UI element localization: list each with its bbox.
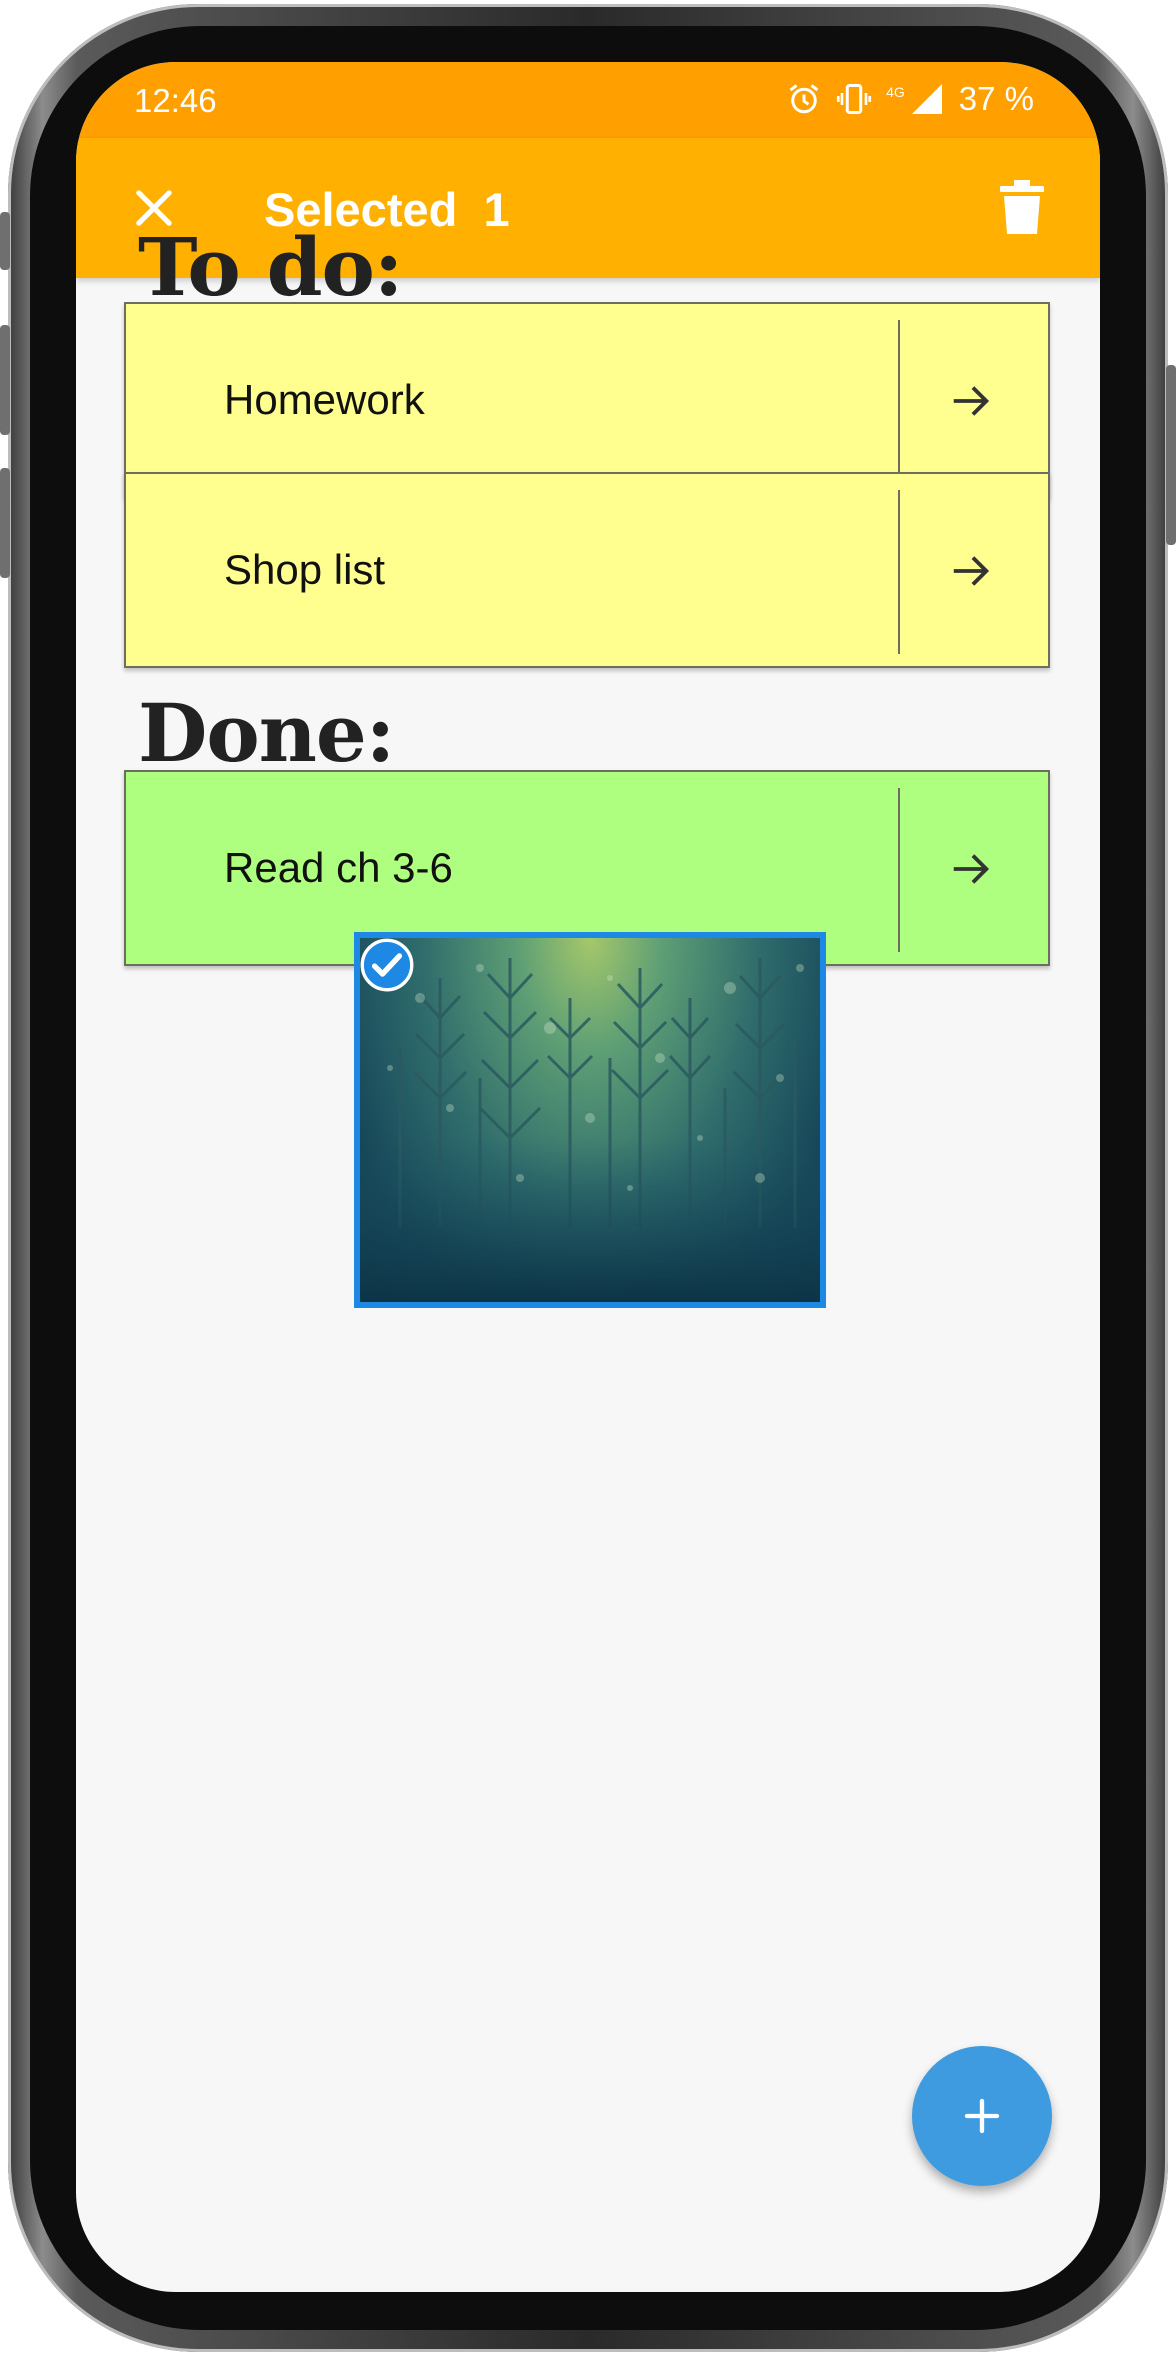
card-divider [898,788,900,952]
status-time: 12:46 [134,82,217,119]
phone-screen: 12:46 4G 37 % Selected 1 To do: Homework… [76,62,1100,2292]
todo-item-label: Shop list [224,546,386,593]
selected-image-item[interactable] [354,932,826,1308]
todo-item-label: Homework [224,376,425,423]
add-item-button[interactable] [912,2046,1052,2186]
phone-side-button-left-2 [0,325,10,435]
card-divider [898,320,900,484]
arrow-right-icon[interactable] [948,548,994,594]
done-item-label: Read ch 3-6 [224,844,453,891]
plus-icon [964,2098,1000,2134]
phone-side-button-right [1166,365,1176,545]
check-circle-icon [360,938,414,992]
status-bar: 12:46 4G 37 % [76,62,1100,138]
todo-section-title: To do: [138,220,403,314]
vibrate-icon [836,84,872,114]
alarm-icon [789,84,819,114]
done-section-title: Done: [138,686,395,780]
status-icons: 4G 37 % [786,80,1034,118]
battery-level: 37 % [958,80,1034,117]
todo-item-homework[interactable]: Homework [124,302,1050,498]
card-divider [898,490,900,654]
signal-icon [911,84,942,114]
network-type-label: 4G [886,84,905,100]
todo-item-shop-list[interactable]: Shop list [124,472,1050,668]
arrow-right-icon[interactable] [948,846,994,892]
arrow-right-icon[interactable] [948,378,994,424]
delete-button[interactable] [1000,180,1044,234]
trash-icon [1000,180,1044,234]
forest-image [360,958,820,1302]
phone-side-button-left-1 [0,212,10,270]
phone-side-button-left-3 [0,468,10,578]
